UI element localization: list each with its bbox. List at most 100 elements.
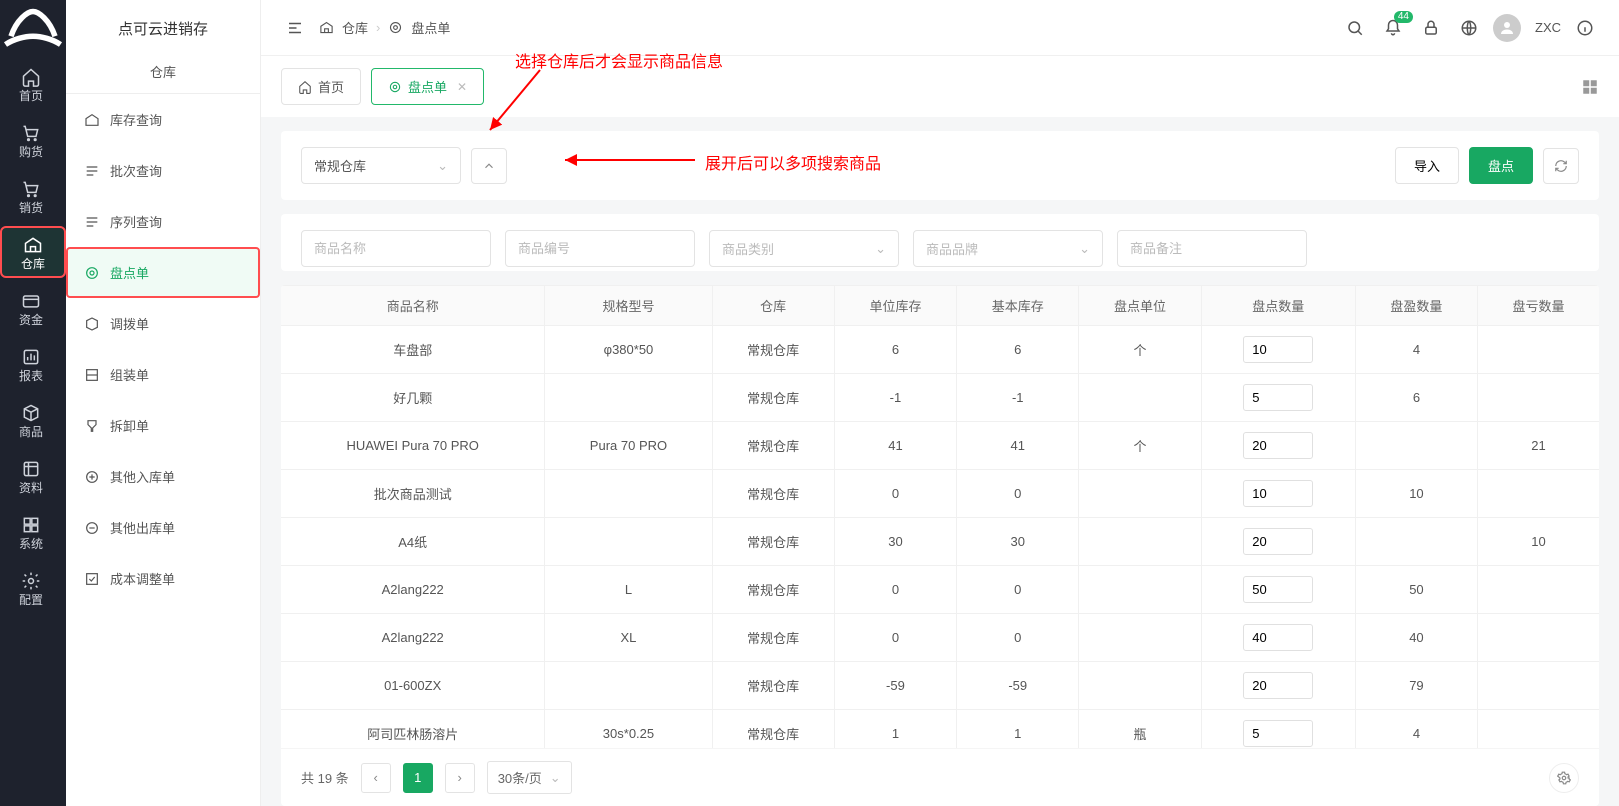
cell: 79 [1355, 662, 1477, 710]
chevron-down-icon: ⌄ [875, 241, 886, 257]
tab-0[interactable]: 首页 [281, 68, 361, 105]
refresh-button[interactable] [1543, 148, 1579, 184]
rail-item-report[interactable]: 报表 [0, 336, 64, 392]
subnav-item-6[interactable]: 拆卸单 [66, 400, 260, 451]
rail-item-goods[interactable]: 商品 [0, 392, 64, 448]
qty-input[interactable] [1243, 432, 1313, 459]
inventory-button[interactable]: 盘点 [1469, 147, 1533, 184]
cell: 常规仓库 [712, 662, 834, 710]
pager-next[interactable]: › [445, 763, 475, 793]
cell: 常规仓库 [712, 710, 834, 749]
subnav-item-4[interactable]: 调拨单 [66, 298, 260, 349]
cell: 1 [834, 710, 956, 749]
qty-input[interactable] [1243, 720, 1313, 747]
cell: 常规仓库 [712, 470, 834, 518]
rail-item-warehouse[interactable]: 仓库 [0, 226, 66, 278]
import-button[interactable]: 导入 [1395, 147, 1459, 184]
pager-size-select[interactable]: 30条/页⌄ [487, 761, 572, 794]
rail-item-system[interactable]: 系统 [0, 504, 64, 560]
subnav-item-7[interactable]: 其他入库单 [66, 451, 260, 502]
qty-input[interactable] [1243, 480, 1313, 507]
expand-filters-button[interactable] [471, 148, 507, 184]
cell: 常规仓库 [712, 566, 834, 614]
cell: A2lang222 [281, 614, 545, 662]
collapse-menu-icon[interactable] [281, 14, 309, 42]
filter-product-remark[interactable] [1117, 230, 1307, 267]
cell [1201, 422, 1355, 470]
subnav-item-0[interactable]: 库存查询 [66, 94, 260, 145]
rail-item-buy[interactable]: 购货 [0, 112, 64, 168]
subnav-item-3[interactable]: 盘点单 [66, 247, 260, 298]
crumb-sep: › [376, 20, 380, 35]
subnav-section-title: 仓库 [66, 56, 260, 94]
cell: 瓶 [1079, 710, 1201, 749]
cell: 个 [1079, 422, 1201, 470]
filter-product-code[interactable] [505, 230, 695, 267]
qty-input[interactable] [1243, 528, 1313, 555]
avatar[interactable] [1493, 14, 1521, 42]
col-header-5: 盘点单位 [1079, 286, 1201, 326]
subnav-item-8[interactable]: 其他出库单 [66, 502, 260, 553]
filter-category-select[interactable]: 商品类别⌄ [709, 230, 899, 267]
cell: 21 [1478, 422, 1599, 470]
cell: 50 [1355, 566, 1477, 614]
col-header-8: 盘亏数量 [1478, 286, 1599, 326]
tab-close-icon[interactable]: ✕ [457, 80, 467, 94]
cell [1079, 470, 1201, 518]
rail-item-sell[interactable]: 销货 [0, 168, 64, 224]
filter-product-name[interactable] [301, 230, 491, 267]
cell: 个 [1079, 326, 1201, 374]
cell: -59 [834, 662, 956, 710]
search-icon[interactable] [1341, 14, 1369, 42]
cell: 0 [957, 566, 1079, 614]
cell: 1 [957, 710, 1079, 749]
info-icon[interactable] [1571, 14, 1599, 42]
rail-item-data[interactable]: 资料 [0, 448, 64, 504]
cell: A4纸 [281, 518, 545, 566]
layout-grid-icon[interactable] [1581, 78, 1599, 96]
lock-icon[interactable] [1417, 14, 1445, 42]
subnav-item-5[interactable]: 组装单 [66, 349, 260, 400]
pager-prev[interactable]: ‹ [361, 763, 391, 793]
cell: 常规仓库 [712, 326, 834, 374]
globe-icon[interactable] [1455, 14, 1483, 42]
cell [1079, 614, 1201, 662]
tab-1[interactable]: 盘点单✕ [371, 68, 484, 105]
bell-icon[interactable]: 44 [1379, 14, 1407, 42]
qty-input[interactable] [1243, 576, 1313, 603]
tabs-row: 首页盘点单✕ [261, 56, 1619, 117]
table-settings-button[interactable] [1549, 763, 1579, 793]
rail-item-fund[interactable]: 资金 [0, 280, 64, 336]
qty-input[interactable] [1243, 336, 1313, 363]
rail-item-home[interactable]: 首页 [0, 56, 64, 112]
breadcrumb: 仓库 › 盘点单 [319, 18, 450, 37]
pager-page-1[interactable]: 1 [403, 763, 433, 793]
cell: 30s*0.25 [545, 710, 712, 749]
table-row: 阿司匹林肠溶片30s*0.25常规仓库11瓶4 [281, 710, 1599, 749]
subnav-item-2[interactable]: 序列查询 [66, 196, 260, 247]
qty-input[interactable] [1243, 384, 1313, 411]
chevron-up-icon [482, 159, 496, 173]
qty-input[interactable] [1243, 672, 1313, 699]
rail-item-config[interactable]: 配置 [0, 560, 64, 616]
subnav-item-9[interactable]: 成本调整单 [66, 553, 260, 604]
user-name[interactable]: ZXC [1535, 20, 1561, 35]
cell: 0 [834, 614, 956, 662]
cell: 批次商品测试 [281, 470, 545, 518]
col-header-1: 规格型号 [545, 286, 712, 326]
cell [1201, 662, 1355, 710]
cell [1478, 566, 1599, 614]
filter-brand-select[interactable]: 商品品牌⌄ [913, 230, 1103, 267]
refresh-icon [1554, 159, 1568, 173]
cell [1201, 470, 1355, 518]
table-row: 01-600ZX常规仓库-59-5979 [281, 662, 1599, 710]
warehouse-select[interactable]: 常规仓库 ⌄ [301, 147, 461, 184]
cell: Pura 70 PRO [545, 422, 712, 470]
col-header-6: 盘点数量 [1201, 286, 1355, 326]
cell [1478, 470, 1599, 518]
cell: -59 [957, 662, 1079, 710]
qty-input[interactable] [1243, 624, 1313, 651]
subnav-item-1[interactable]: 批次查询 [66, 145, 260, 196]
cell: 41 [834, 422, 956, 470]
crumb-root[interactable]: 仓库 [342, 18, 368, 37]
